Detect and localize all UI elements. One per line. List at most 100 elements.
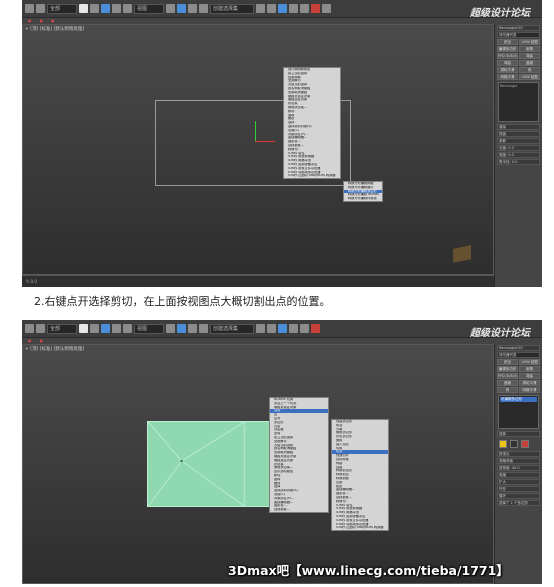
quad-menu-right[interactable]: 创建多边形 附加 分离 倒角多边形 挤出多边形 倒角 插入顶点 切角 切割 快速切片 目标焊接 焊接连… <box>331 419 389 532</box>
menu-item[interactable]: 连线参数... <box>270 508 328 512</box>
angle-snap-icon[interactable] <box>188 4 197 13</box>
modifier-button[interactable]: 弯曲 <box>519 373 540 379</box>
mirror-icon[interactable] <box>256 4 265 13</box>
rollout-interpolation[interactable]: 插值 <box>497 131 540 137</box>
quad-menu-left[interactable]: NURMS 切换 重复上一个切割 隐藏未选定对象 顶点边边界 多边形 元素 顶层级 反转 孤立当… <box>269 397 329 513</box>
named-selection-dropdown[interactable]: 创建选择集 <box>210 3 254 14</box>
param-width[interactable]: 宽度: 0.0 <box>497 152 540 158</box>
viewport-top[interactable]: + [顶] [标准] [默认明暗处理] 视口照明和阴影 孤立当前选择 结束隔离 全部解… <box>22 24 494 275</box>
viewport-top[interactable]: + [顶] [标准] [默认明暗处理] NURMS 切换 重复上一个切割 隐藏未选定… <box>22 344 494 584</box>
snap-icon[interactable] <box>177 324 186 333</box>
pivot-icon[interactable] <box>166 4 175 13</box>
material-editor-icon[interactable] <box>300 324 309 333</box>
border-mode-icon[interactable] <box>521 440 529 448</box>
gizmo-x-axis[interactable] <box>255 141 275 142</box>
stack-item-editable-poly[interactable]: 可编辑多边形 <box>500 397 537 402</box>
selection-option[interactable]: 循环 <box>497 493 540 499</box>
mirror-icon[interactable] <box>256 324 265 333</box>
menu-item[interactable]: 转换为可编辑样条线 <box>344 197 382 201</box>
named-selection-dropdown[interactable]: 创建选择集 <box>210 323 254 334</box>
rotate-icon[interactable] <box>112 324 121 333</box>
stack-item[interactable]: Rectangle <box>500 84 537 88</box>
modifier-button[interactable]: 倒角 <box>519 46 540 52</box>
move-icon[interactable] <box>101 324 110 333</box>
selection-option[interactable]: 扩大 <box>497 479 540 485</box>
selection-option[interactable]: 收缩 <box>497 472 540 478</box>
viewport-label[interactable]: + [顶] [标准] [默认明暗处理] <box>25 26 84 32</box>
modifier-button[interactable]: 挤出 <box>497 359 518 365</box>
modifier-button[interactable]: 涡轮平滑 <box>519 380 540 386</box>
curve-editor-icon[interactable] <box>289 4 298 13</box>
layer-icon[interactable] <box>278 324 287 333</box>
reference-coordinate-dropdown[interactable]: 视图 <box>134 3 164 14</box>
pivot-icon[interactable] <box>166 324 175 333</box>
modifier-stack[interactable]: 可编辑多边形 <box>498 395 539 429</box>
align-icon[interactable] <box>267 4 276 13</box>
curve-editor-icon[interactable] <box>289 324 298 333</box>
align-icon[interactable] <box>267 324 276 333</box>
angle-snap-icon[interactable] <box>188 324 197 333</box>
modifier-button[interactable]: FFD 3x3x3 <box>497 373 518 379</box>
select-object-icon[interactable] <box>79 324 88 333</box>
modifier-button[interactable]: FFD 3x3x3 <box>497 53 518 59</box>
selection-filter-dropdown[interactable]: 全部 <box>47 323 77 334</box>
param-length[interactable]: 长度: 0.0 <box>497 145 540 151</box>
material-editor-icon[interactable] <box>300 4 309 13</box>
convert-to-submenu[interactable]: 转换为可编辑网格 转换为可编辑面片 转换为可编辑多边形 转换为可编辑 NURBS 转换为… <box>343 181 383 202</box>
scale-icon[interactable] <box>123 324 132 333</box>
viewport-label[interactable]: + [顶] [标准] [默认明暗处理] <box>25 346 84 352</box>
modifier-button[interactable]: 晶格 <box>519 60 540 66</box>
selection-option[interactable]: 忽略背面 <box>497 458 540 464</box>
selection-option[interactable]: 按角度: 45.0 <box>497 465 540 471</box>
modifier-button[interactable]: 壳 <box>497 387 518 393</box>
scale-icon[interactable] <box>123 4 132 13</box>
modifier-list-dropdown[interactable]: 修改器列表 <box>497 32 540 38</box>
menu-item[interactable]: V-Ray 位图向 VRayHDRI 转换器 <box>284 174 340 178</box>
modifier-button[interactable]: UVW 贴图 <box>519 359 540 365</box>
modifier-button[interactable]: 网格平滑 <box>519 387 540 393</box>
snap-icon[interactable] <box>177 4 186 13</box>
render-icon[interactable] <box>322 4 331 13</box>
modifier-button[interactable]: 壳 <box>519 67 540 73</box>
selection-option[interactable]: 按顶点 <box>497 451 540 457</box>
redo-icon[interactable] <box>36 4 45 13</box>
editable-poly-plane[interactable] <box>147 421 271 507</box>
modifier-stack[interactable]: Rectangle <box>498 82 539 122</box>
render-setup-icon[interactable] <box>311 324 320 333</box>
rollout-selection[interactable]: 选择 <box>497 431 540 437</box>
cut-vertex[interactable] <box>180 459 183 463</box>
modifier-button[interactable]: UVW 贴图 <box>519 74 540 80</box>
modifier-button[interactable]: 网格平滑 <box>497 74 518 80</box>
object-name-field[interactable]: Rectangle001 <box>497 345 540 351</box>
menu-item[interactable]: V-Ray 位图向 VRayHDRI 转换器 <box>332 526 388 530</box>
move-icon[interactable] <box>101 4 110 13</box>
param-corner-radius[interactable]: 角半径: 0.0 <box>497 159 540 165</box>
selection-option[interactable]: 环形 <box>497 486 540 492</box>
modifier-button[interactable]: 涡轮平滑 <box>497 67 518 73</box>
rollout-render[interactable]: 渲染 <box>497 124 540 130</box>
modifier-button[interactable]: 倒角 <box>519 366 540 372</box>
modifier-button[interactable]: 挤出 <box>497 39 518 45</box>
layer-icon[interactable] <box>278 4 287 13</box>
select-by-name-icon[interactable] <box>90 324 99 333</box>
render-setup-icon[interactable] <box>311 4 320 13</box>
reference-coordinate-dropdown[interactable]: 视图 <box>134 323 164 334</box>
quad-context-menu[interactable]: 视口照明和阴影 孤立当前选择 结束隔离 全部解冻 冻结当前选择 按名称取消隐藏 全部取消隐藏… <box>283 67 341 180</box>
vertex-mode-icon[interactable] <box>499 440 507 448</box>
modifier-button[interactable]: UVW 贴图 <box>519 39 540 45</box>
redo-icon[interactable] <box>36 324 45 333</box>
rotate-icon[interactable] <box>112 4 121 13</box>
modifier-button[interactable]: 晶格 <box>497 380 518 386</box>
selection-filter-dropdown[interactable]: 全部 <box>47 3 77 14</box>
modifier-list-dropdown[interactable]: 修改器列表 <box>497 352 540 358</box>
rollout-parameters[interactable]: 参数 <box>497 138 540 144</box>
modifier-button[interactable]: 弯曲 <box>497 60 518 66</box>
percent-snap-icon[interactable] <box>199 4 208 13</box>
select-by-name-icon[interactable] <box>90 4 99 13</box>
modifier-button[interactable]: 编辑多边形 <box>497 46 518 52</box>
modifier-button[interactable]: 编辑多边形 <box>497 366 518 372</box>
percent-snap-icon[interactable] <box>199 324 208 333</box>
object-name-field[interactable]: Rectangle001 <box>497 25 540 31</box>
select-object-icon[interactable] <box>79 4 88 13</box>
modifier-button[interactable]: 弯曲 <box>519 53 540 59</box>
